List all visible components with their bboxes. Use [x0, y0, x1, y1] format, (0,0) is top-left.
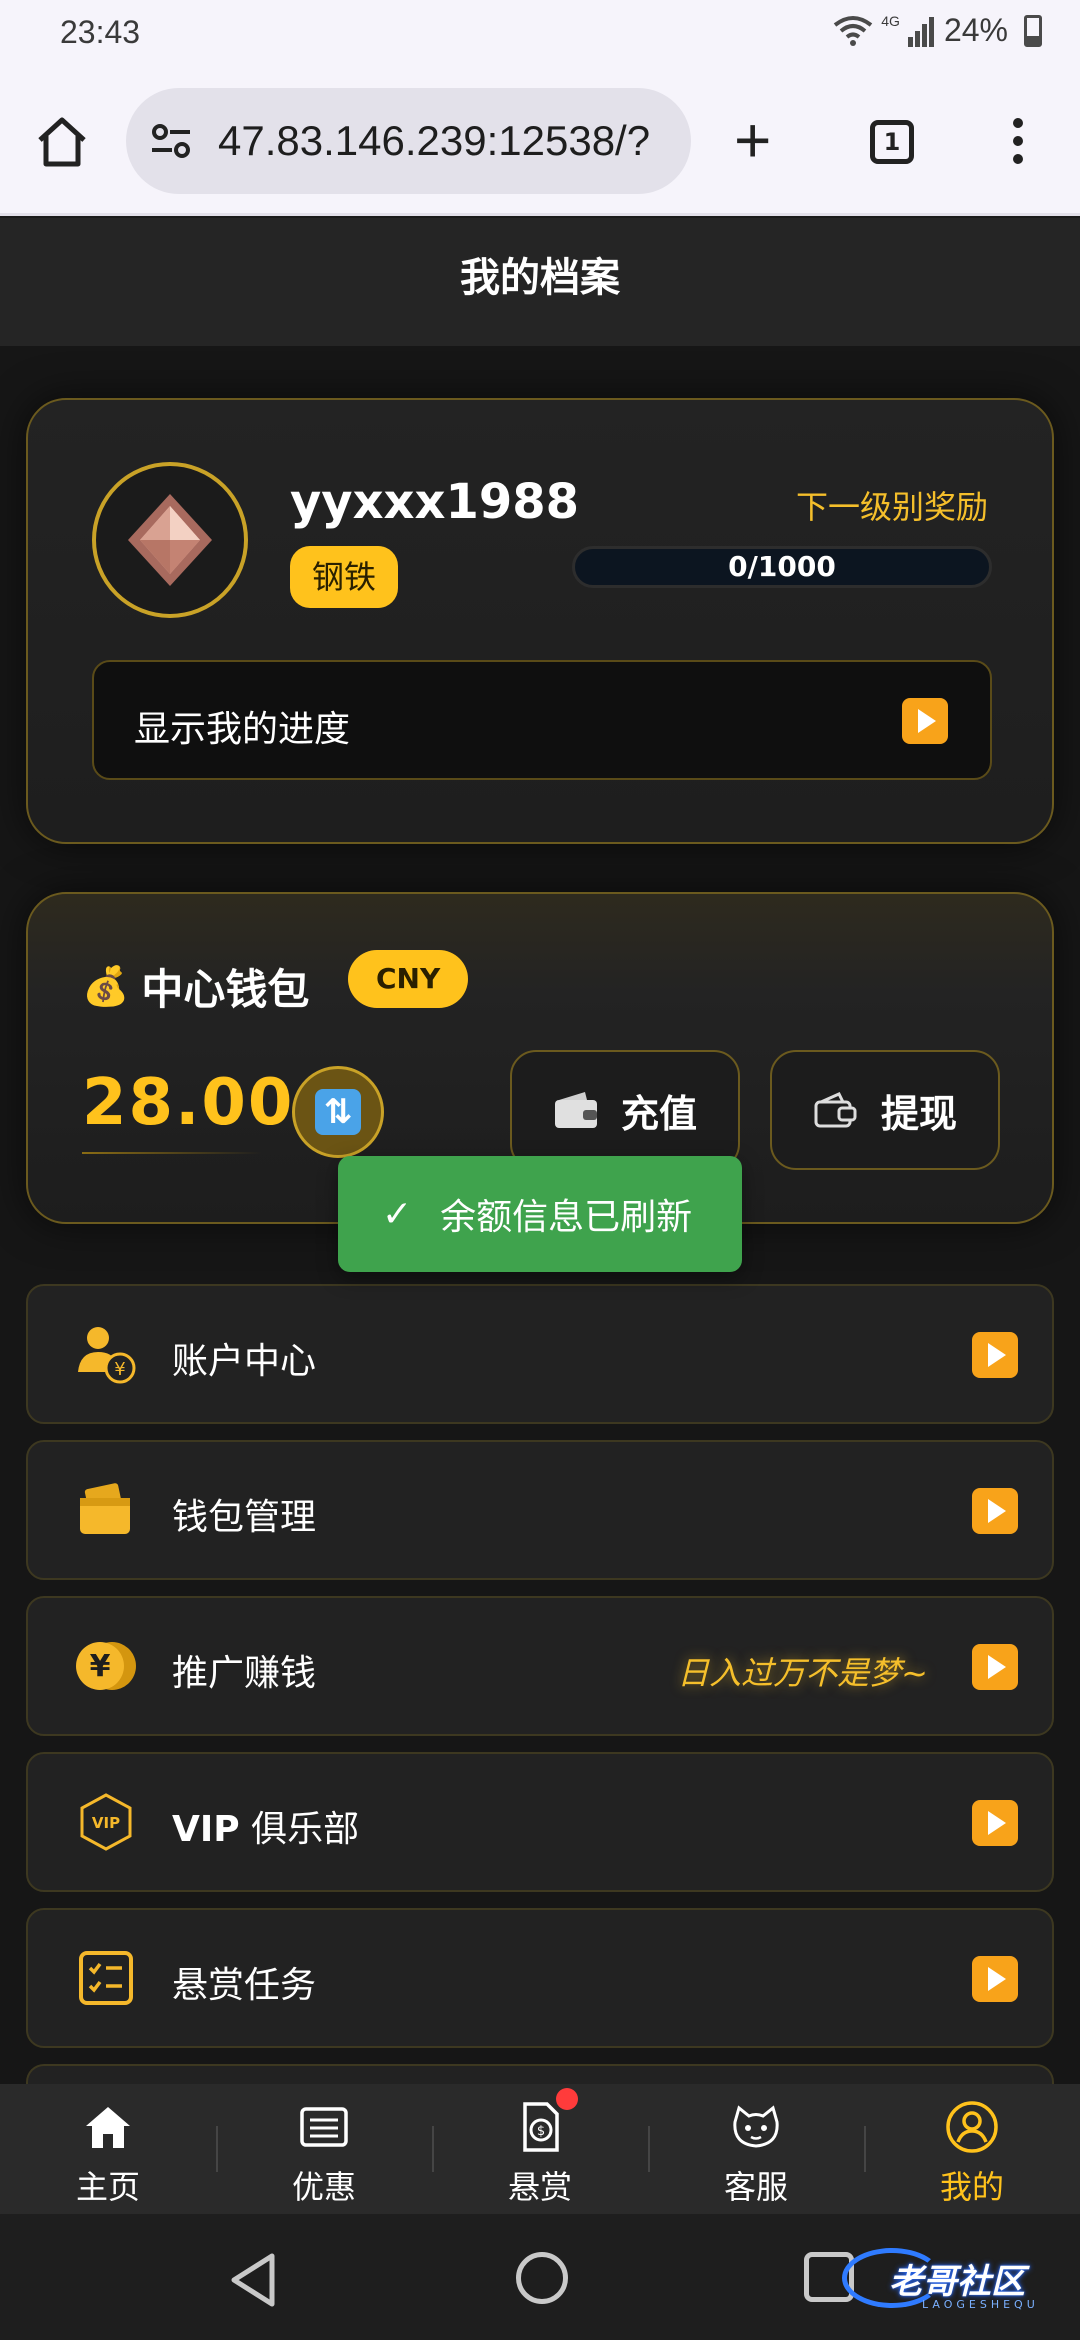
toast-notification: ✓ 余额信息已刷新 — [338, 1156, 742, 1272]
bounty-document-icon: $ — [523, 2102, 559, 2152]
bottom-nav: 主页 优惠 $ 悬赏 客服 我的 — [0, 2084, 1080, 2214]
menu-item-label: 推广赚钱 — [172, 1653, 317, 1694]
level-progress-text: 0/1000 — [728, 550, 836, 583]
svg-text:VIP: VIP — [92, 1814, 120, 1832]
withdraw-label: 提现 — [880, 1091, 957, 1136]
menu-item-wallet-management[interactable]: 钱包管理 — [26, 1440, 1054, 1580]
battery-percent: 24% — [943, 12, 1008, 48]
withdraw-button[interactable]: 提现 — [770, 1050, 1000, 1170]
show-progress-button[interactable]: 显示我的进度 — [92, 660, 992, 780]
recharge-label: 充值 — [620, 1091, 697, 1136]
next-level-reward-link[interactable]: 下一级别奖励 — [796, 482, 988, 528]
nav-label: 悬赏 — [507, 2168, 572, 2206]
avatar[interactable] — [92, 462, 248, 618]
menu-item-label: 账户中心 — [172, 1341, 317, 1382]
menu-item-account-center[interactable]: ¥ 账户中心 — [26, 1284, 1054, 1424]
network-type: 4G — [881, 12, 900, 29]
wallet-management-icon — [72, 1476, 140, 1544]
watermark-subtext: LAOGESHEQU — [922, 2298, 1039, 2311]
vip-hexagon-icon: VIP — [72, 1788, 140, 1856]
wallet-title-text: 中心钱包 — [141, 965, 310, 1014]
status-time: 23:43 — [60, 14, 141, 50]
nav-promotions[interactable]: 优惠 — [216, 2084, 432, 2214]
menu-item-vip-club[interactable]: VIP VIP 俱乐部 — [26, 1752, 1054, 1892]
svg-text:¥: ¥ — [90, 1649, 111, 1684]
play-arrow-icon — [972, 1488, 1018, 1534]
refresh-icon: ⇅ — [315, 1089, 361, 1135]
address-bar[interactable]: 47.83.146.239:12538/? — [126, 88, 691, 194]
menu-item-label: 钱包管理 — [172, 1497, 317, 1538]
more-menu-icon[interactable] — [1006, 114, 1030, 174]
money-bag-icon: 💰 — [82, 964, 130, 1008]
app-header: 我的档案 — [0, 218, 1080, 346]
wifi-icon — [834, 15, 873, 46]
battery-icon — [1024, 14, 1042, 47]
promo-slogan: 日入过万不是梦~ — [677, 1654, 928, 1692]
wallet-icon — [554, 1092, 597, 1128]
status-icons: 4G 24% — [833, 12, 1042, 49]
withdraw-wallet-icon — [814, 1092, 857, 1128]
currency-badge: CNY — [348, 950, 469, 1008]
nav-bounty[interactable]: $ 悬赏 — [432, 2084, 648, 2214]
level-progress-bar: 0/1000 — [572, 546, 992, 588]
rank-gem-icon — [128, 494, 212, 586]
account-user-icon: ¥ — [72, 1320, 140, 1388]
wallet-balance: 28.00 — [82, 1066, 295, 1140]
nav-support[interactable]: 客服 — [648, 2084, 864, 2214]
watermark-logo: 老哥社区 LAOGESHEQU — [842, 2242, 1072, 2314]
username: yyxxx1988 — [290, 474, 580, 530]
profile-card: yyxxx1988 钢铁 下一级别奖励 0/1000 显示我的进度 — [26, 398, 1054, 844]
menu-item-bounty-tasks[interactable]: 悬赏任务 — [26, 1908, 1054, 2048]
browser-toolbar: 47.83.146.239:12538/? + 1 — [0, 66, 1080, 216]
new-tab-icon[interactable]: + — [734, 108, 771, 172]
watermark-text: 老哥社区 — [889, 2261, 1025, 2302]
system-home-icon[interactable] — [516, 2252, 568, 2304]
user-profile-icon — [946, 2101, 998, 2153]
menu-item-label: 悬赏任务 — [172, 1965, 317, 2006]
show-progress-label: 显示我的进度 — [134, 709, 351, 750]
play-arrow-icon — [972, 1800, 1018, 1846]
svg-text:¥: ¥ — [114, 1359, 125, 1380]
play-arrow-icon — [972, 1332, 1018, 1378]
recharge-button[interactable]: 充值 — [510, 1050, 740, 1170]
menu-item-label: VIP 俱乐部 — [172, 1800, 359, 1852]
nav-home[interactable]: 主页 — [0, 2084, 216, 2214]
wallet-title: 💰 中心钱包 — [82, 956, 309, 1017]
home-icon[interactable] — [34, 114, 90, 170]
play-arrow-icon — [972, 1956, 1018, 2002]
list-nav-icon — [300, 2107, 348, 2147]
club-text: 俱乐部 — [239, 1809, 360, 1850]
play-arrow-icon — [902, 698, 948, 744]
task-checklist-icon — [72, 1944, 140, 2012]
url-text[interactable]: 47.83.146.239:12538/? — [218, 117, 678, 165]
refresh-balance-button[interactable]: ⇅ — [292, 1066, 384, 1158]
bounty-notification-dot — [556, 2088, 578, 2110]
back-icon[interactable] — [228, 2252, 278, 2308]
signal-icon — [907, 16, 934, 47]
page-title: 我的档案 — [460, 255, 620, 301]
nav-label: 我的 — [939, 2168, 1004, 2206]
nav-label: 客服 — [723, 2168, 788, 2206]
vip-text: VIP — [172, 1809, 240, 1850]
yen-coins-icon: ¥ — [72, 1632, 140, 1700]
check-icon: ✓ — [382, 1193, 413, 1235]
site-settings-icon[interactable] — [146, 116, 196, 166]
status-bar: 23:43 4G 24% — [0, 0, 1080, 66]
nav-label: 优惠 — [291, 2168, 356, 2206]
toast-message: 余额信息已刷新 — [440, 1197, 693, 1238]
nav-mine[interactable]: 我的 — [864, 2084, 1080, 2214]
home-nav-icon — [86, 2107, 130, 2148]
play-arrow-icon — [972, 1644, 1018, 1690]
tab-switcher-button[interactable]: 1 — [870, 120, 914, 164]
menu-item-promote-earn[interactable]: ¥ 推广赚钱 日入过万不是梦~ — [26, 1596, 1054, 1736]
nav-label: 主页 — [75, 2168, 140, 2206]
support-mascot-icon — [733, 2105, 779, 2148]
level-badge: 钢铁 — [290, 546, 399, 608]
svg-text:$: $ — [537, 2124, 545, 2139]
balance-underline — [82, 1152, 262, 1154]
